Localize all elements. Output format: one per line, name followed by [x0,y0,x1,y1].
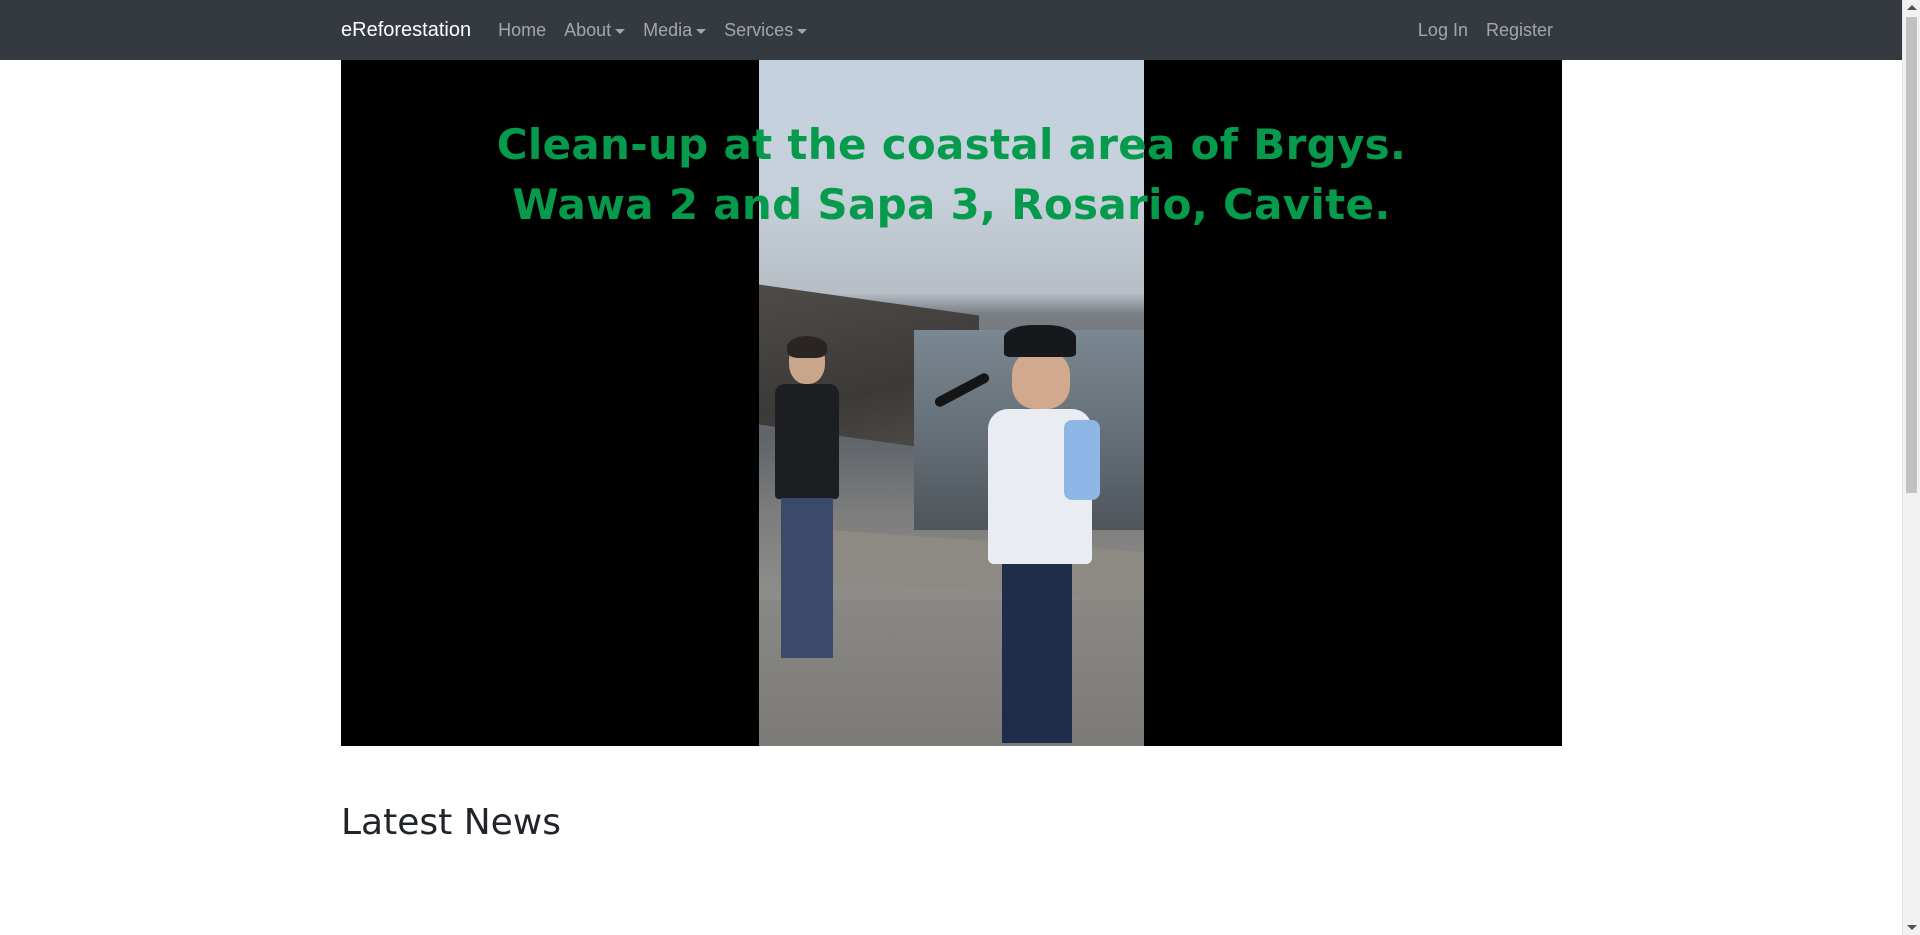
nav-media-label: Media [643,19,693,40]
scrollbar-thumb[interactable] [1906,17,1917,493]
nav-services-label: Services [724,19,794,40]
caret-down-icon [797,28,808,34]
login-link[interactable]: Log In [1409,20,1477,41]
speaker-figure [933,325,1104,745]
brand-link[interactable]: eReforestation [341,19,471,42]
latest-news-heading: Latest News [341,802,561,843]
video-caption: Clean-up at the coastal area of Brgys. W… [341,115,1562,235]
nav-services-dropdown[interactable]: Services [715,20,816,41]
nav-home-label: Home [498,19,547,40]
caption-line-1: Clean-up at the coastal area of Brgys. [496,120,1407,169]
nav-links: Home About Media Services [489,20,816,41]
video-player[interactable]: Clean-up at the coastal area of Brgys. W… [341,60,1562,746]
nav-auth-links: Log In Register [1409,20,1562,41]
nav-media-dropdown[interactable]: Media [634,20,715,41]
page: eReforestation Home About Media Services [0,0,1920,935]
caret-down-icon [696,28,707,34]
navbar-container: eReforestation Home About Media Services [341,0,1562,60]
top-navbar: eReforestation Home About Media Services [0,0,1902,60]
nav-home-link[interactable]: Home [489,20,555,41]
page-scrollbar[interactable] [1902,0,1920,935]
person-left-figure [767,336,847,680]
caret-down-icon [615,28,626,34]
caption-line-2: Wawa 2 and Sapa 3, Rosario, Cavite. [512,180,1391,229]
scroll-down-arrow-icon[interactable] [1907,925,1917,930]
scroll-up-arrow-icon[interactable] [1907,5,1917,10]
register-link[interactable]: Register [1477,20,1562,41]
nav-about-dropdown[interactable]: About [555,20,634,41]
nav-about-label: About [564,19,612,40]
